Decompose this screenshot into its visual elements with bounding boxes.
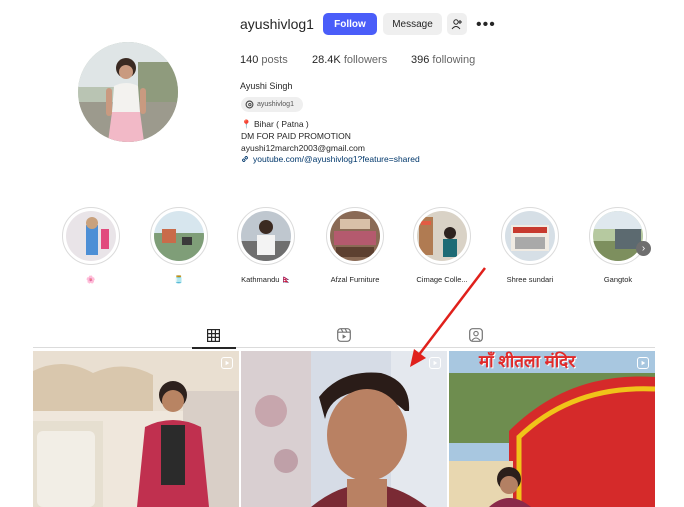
tagged-icon [469,328,483,342]
threads-badge[interactable]: ayushivlog1 [241,97,303,112]
profile-username: ayushivlog1 [240,16,314,32]
following-stat[interactable]: 396 following [411,54,475,66]
highlight-label: Cimage Colle... [416,275,468,284]
active-tab-indicator [192,347,236,349]
followers-stat[interactable]: 28.4K followers [312,54,387,66]
posts-count: 140 [240,54,259,66]
reels-icon [337,328,351,342]
highlight-4[interactable]: Afzal Furniture [320,207,390,284]
highlight-label: Afzal Furniture [330,275,380,284]
highlight-6[interactable]: Shree sundari [495,207,565,284]
follow-button[interactable]: Follow [323,13,377,35]
grid-icon [206,328,220,342]
reel-badge-icon [637,357,649,369]
following-label: following [432,54,476,66]
add-user-icon [451,19,462,30]
full-name: Ayushi Singh [240,81,293,91]
highlight-label: Shree sundari [506,275,554,284]
threads-handle: ayushivlog1 [257,101,294,108]
tabs-divider [33,347,655,348]
more-options-button[interactable]: ••• [476,16,496,34]
highlight-label: Kathmandu 🇳🇵 [241,275,291,284]
highlight-1[interactable]: 🌸 [56,207,126,284]
tab-posts[interactable] [204,326,222,344]
tab-reels[interactable] [335,326,353,344]
bio-link[interactable]: youtube.com/@ayushivlog1?feature=shared [241,154,420,164]
bio-location: 📍 Bihar ( Patna ) [241,119,309,129]
following-count: 396 [411,54,430,66]
posts-stat: 140 posts [240,54,288,66]
highlight-label: Gangtok [603,275,633,284]
message-button[interactable]: Message [383,13,442,35]
highlight-label: 🌸 [86,275,96,284]
post-caption-overlay: माँ शीतला मंदिर [479,352,576,371]
tab-tagged[interactable] [467,326,485,344]
highlight-2[interactable]: 🫙 [144,207,214,284]
highlight-3[interactable]: Kathmandu 🇳🇵 [231,207,301,284]
highlight-label: 🫙 [174,275,184,284]
link-icon [242,156,248,162]
highlights-next-button[interactable]: › [636,241,651,256]
post-tile-1[interactable] [33,351,239,507]
followers-count: 28.4K [312,54,341,66]
post-tile-3[interactable]: माँ शीतला मंदिर [449,351,655,507]
highlight-5[interactable]: Cimage Colle... [407,207,477,284]
post-tile-2[interactable] [241,351,447,507]
threads-icon [245,100,254,109]
bio-email: ayushi12march2003@gmail.com [241,143,365,153]
reel-badge-icon [221,357,233,369]
suggest-user-button[interactable] [447,13,467,35]
followers-label: followers [343,54,388,66]
reel-badge-icon [429,357,441,369]
profile-avatar[interactable] [78,42,178,142]
chevron-right-icon: › [641,243,646,254]
bio-promotion: DM FOR PAID PROMOTION [241,131,351,141]
posts-label: posts [261,54,288,66]
bio-link-text: youtube.com/@ayushivlog1?feature=shared [253,154,420,164]
